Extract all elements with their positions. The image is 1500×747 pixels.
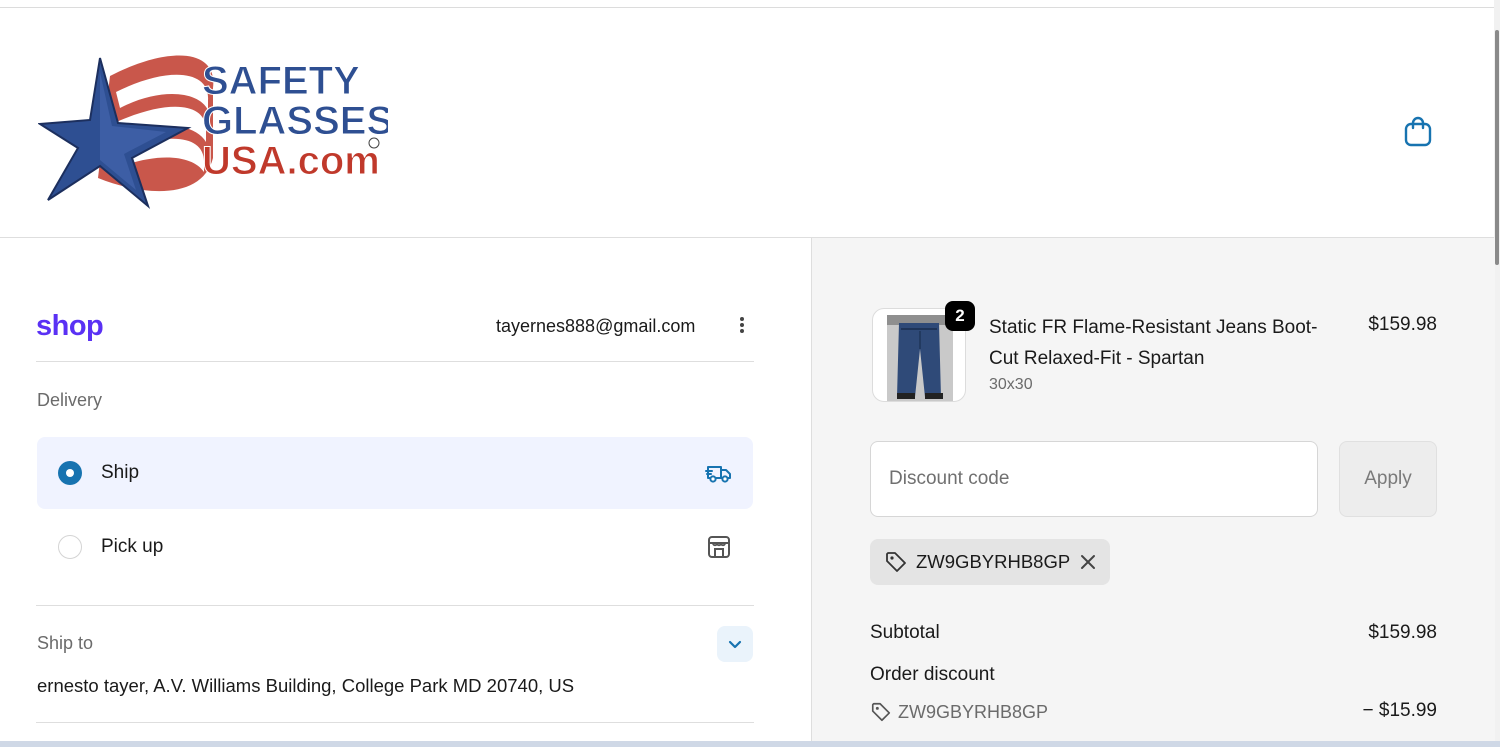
order-summary: 2 Static FR Flame-Resistant Jeans Boot-C…	[811, 238, 1495, 747]
divider	[36, 605, 754, 606]
cart-button[interactable]	[1400, 113, 1436, 149]
logo-text-usa: USA.com	[202, 139, 380, 183]
remove-discount-button[interactable]	[1080, 554, 1096, 570]
discount-code-input[interactable]	[870, 441, 1318, 517]
delivery-option-ship[interactable]: Ship	[37, 437, 753, 509]
applied-discount-code: ZW9GBYRHB8GP	[916, 551, 1071, 572]
product-variant: 30x30	[989, 376, 1033, 393]
subtotal-value: $159.98	[1368, 622, 1437, 643]
order-discount-code-text: ZW9GBYRHB8GP	[898, 701, 1049, 722]
account-email: tayernes888@gmail.com	[496, 316, 696, 336]
product-price: $159.98	[1368, 314, 1437, 335]
order-discount-value: − $15.99	[1362, 700, 1438, 721]
product-title: Static FR Flame-Resistant Jeans Boot-Cut…	[989, 317, 1318, 369]
shopping-bag-icon	[1404, 116, 1432, 147]
store-icon	[708, 536, 730, 558]
more-vertical-icon[interactable]	[734, 314, 750, 336]
scrollbar-thumb[interactable]	[1495, 30, 1499, 265]
truck-icon	[705, 466, 731, 483]
ship-to-toggle-button[interactable]	[717, 626, 753, 662]
order-discount-code: ZW9GBYRHB8GP	[870, 701, 1048, 723]
logo-text-safety: SAFETY	[202, 59, 360, 103]
checkout-form: shop tayernes888@gmail.com Delivery Ship…	[0, 238, 811, 747]
site-logo[interactable]: SAFETY GLASSES USA.com	[38, 48, 388, 213]
divider	[36, 361, 754, 362]
delivery-option-pickup[interactable]: Pick up	[37, 511, 753, 583]
subtotal-label: Subtotal	[870, 622, 940, 643]
option-label: Ship	[101, 462, 140, 483]
chevron-down-icon	[728, 640, 742, 649]
ship-to-heading: Ship to	[37, 633, 94, 653]
shipping-address: ernesto tayer, A.V. Williams Building, C…	[37, 675, 575, 696]
option-label: Pick up	[101, 536, 164, 557]
close-icon	[1081, 555, 1096, 569]
order-discount-label: Order discount	[870, 664, 995, 685]
radio-ship[interactable]	[58, 461, 82, 485]
applied-discount-chip: ZW9GBYRHB8GP	[870, 539, 1111, 585]
os-taskbar-edge	[0, 741, 1500, 747]
divider	[36, 722, 754, 723]
tag-icon	[886, 552, 906, 572]
shop-pay-logo: shop	[36, 310, 104, 342]
radio-pickup[interactable]	[58, 535, 82, 559]
logo-text-glasses: GLASSES	[202, 99, 388, 143]
quantity-badge: 2	[945, 301, 975, 331]
delivery-heading: Delivery	[37, 390, 103, 410]
tag-icon	[871, 702, 891, 722]
site-header: SAFETY GLASSES USA.com	[0, 8, 1494, 238]
apply-discount-button[interactable]: Apply	[1339, 441, 1437, 517]
